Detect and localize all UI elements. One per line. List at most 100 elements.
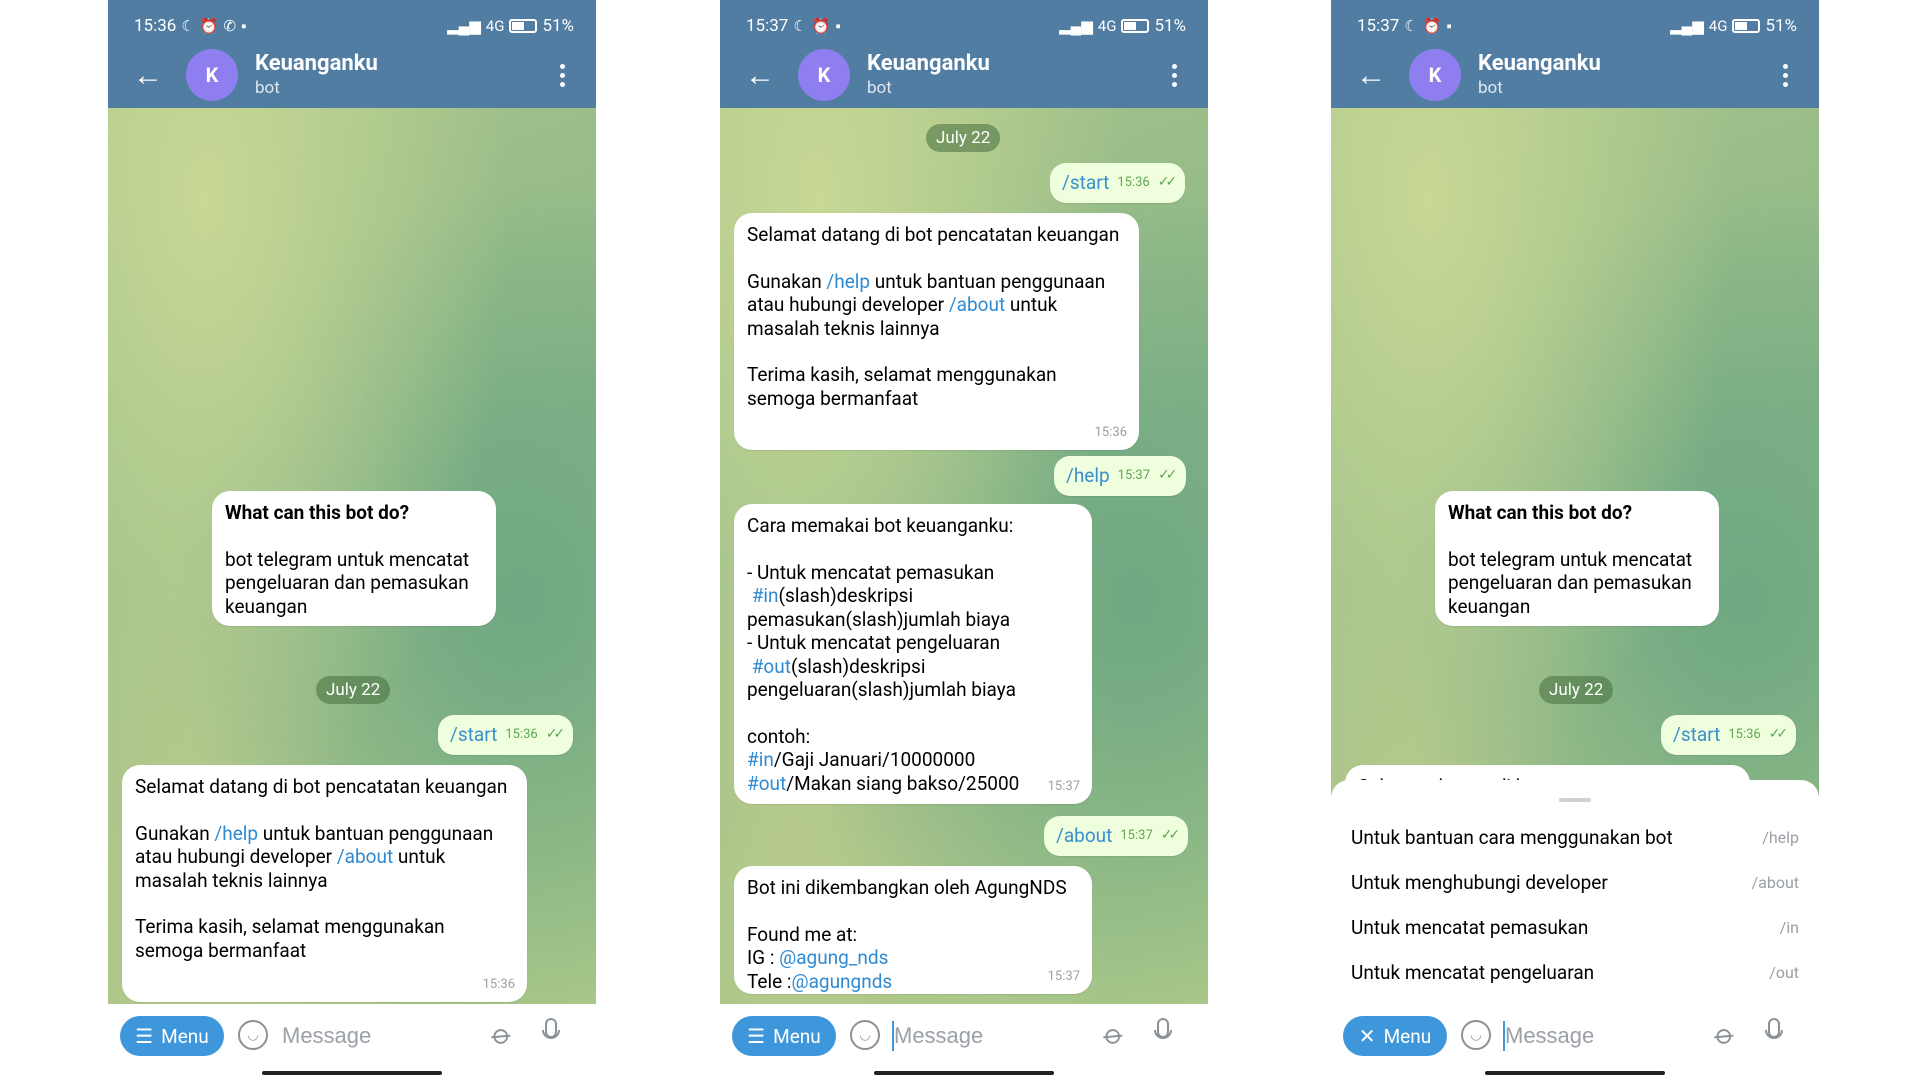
incoming-message[interactable]: Selamat datang di bot pencatatan keuanga… [122, 765, 527, 1002]
hashtag-out[interactable]: #out [752, 655, 791, 678]
menu-button[interactable]: ☰ Menu [732, 1016, 836, 1056]
more-options-icon[interactable] [1154, 63, 1194, 87]
double-check-icon: ✓✓ [1157, 174, 1178, 190]
date-pill: July 22 [1539, 676, 1614, 704]
attach-icon[interactable]: ⌀ [1097, 1016, 1131, 1052]
about-line-2: Found me at: [747, 922, 858, 946]
chat-title-block[interactable]: Keuanganku bot [1478, 51, 1765, 99]
app-header: 15:36 ☾ ⏰ ✆ ▪ ▂▄▆ 4G 51% ← K Keuanganku … [108, 0, 596, 108]
back-arrow-icon[interactable]: ← [128, 58, 168, 93]
chat-title-block[interactable]: Keuanganku bot [867, 51, 1154, 99]
command-text: /start [450, 723, 498, 746]
battery-icon [1121, 19, 1150, 33]
outgoing-message[interactable]: /help 15:37 ✓✓ [1054, 456, 1186, 496]
battery-percent: 51% [1154, 16, 1186, 36]
intro-text: bot telegram untuk mencatat pengeluaran … [1448, 547, 1697, 618]
battery-icon [1732, 19, 1761, 33]
back-arrow-icon[interactable]: ← [740, 58, 780, 93]
outgoing-message[interactable]: /start 15:36 ✓✓ [438, 715, 574, 755]
incoming-message[interactable]: Cara memakai bot keuanganku: - Untuk men… [734, 504, 1092, 804]
about-tele: Tele :@agungnds [747, 969, 893, 993]
chat-subtitle: bot [1478, 78, 1503, 98]
emoji-icon[interactable]: ◡ [238, 1020, 268, 1050]
attach-icon[interactable]: ⌀ [1708, 1016, 1742, 1052]
incoming-message[interactable]: Bot ini dikembangkan oleh AgungNDS Found… [734, 866, 1092, 994]
command-name: /in [1779, 917, 1799, 937]
command-suggestion[interactable]: Untuk menghubungi developer /about [1351, 860, 1799, 904]
chat-area[interactable]: What can this bot do? bot telegram untuk… [108, 108, 596, 1004]
menu-label: Menu [773, 1024, 821, 1048]
moon-icon: ☾ [1404, 16, 1418, 35]
close-icon: ✕ [1358, 1024, 1376, 1048]
back-arrow-icon[interactable]: ← [1351, 58, 1391, 93]
command-name: /out [1769, 962, 1799, 982]
double-check-icon: ✓✓ [1160, 827, 1181, 843]
microphone-icon[interactable] [540, 1018, 562, 1052]
command-suggestion[interactable]: Untuk bantuan cara menggunakan bot /help [1351, 815, 1799, 859]
status-bar: 15:36 ☾ ⏰ ✆ ▪ ▂▄▆ 4G 51% [134, 12, 574, 40]
command-suggestion[interactable]: Untuk mencatat pengeluaran /out [1351, 950, 1799, 994]
alarm-icon: ⏰ [811, 16, 831, 35]
outgoing-message[interactable]: /start 15:36 ✓✓ [1050, 163, 1186, 203]
signal-icon: ▂▄▆ [1670, 16, 1704, 35]
hashtag-in[interactable]: #in [752, 584, 779, 607]
help-link[interactable]: /help [214, 822, 258, 845]
microphone-icon[interactable] [1763, 1018, 1785, 1052]
intro-text: bot telegram untuk mencatat pengeluaran … [225, 547, 474, 618]
command-suggestion[interactable]: Untuk mencatat pemasukan /in [1351, 905, 1799, 949]
app-header: 15:37 ☾ ⏰ ▪ ▂▄▆ 4G 51% ← K Keuanganku bo… [720, 0, 1208, 108]
ig-link[interactable]: @agung_nds [779, 946, 888, 969]
message-input[interactable] [1505, 1018, 1695, 1054]
avatar[interactable]: K [1409, 49, 1461, 101]
hashtag-in[interactable]: #in [747, 748, 774, 771]
outgoing-message[interactable]: /start 15:36 ✓✓ [1661, 715, 1797, 755]
hashtag-out[interactable]: #out [747, 772, 786, 795]
more-options-icon[interactable] [542, 63, 582, 87]
chat-area[interactable]: July 22 /start 15:36 ✓✓ Selamat datang d… [720, 108, 1208, 1004]
message-input[interactable] [894, 1018, 1084, 1054]
signal-icon: ▂▄▆ [1059, 16, 1093, 35]
moon-icon: ☾ [181, 16, 195, 35]
menu-button[interactable]: ☰ Menu [120, 1016, 224, 1056]
command-description: Untuk bantuan cara menggunakan bot [1351, 825, 1673, 849]
moon-icon: ☾ [793, 16, 807, 35]
about-link[interactable]: /about [337, 845, 393, 868]
avatar[interactable]: K [798, 49, 850, 101]
incoming-message[interactable]: Selamat datang di bot pencatatan keuanga… [734, 213, 1139, 450]
chat-title: Keuanganku [1478, 51, 1601, 76]
howto-line-1: Cara memakai bot keuanganku: [747, 514, 1014, 537]
battery-percent: 51% [542, 16, 574, 36]
message-input[interactable] [282, 1018, 472, 1054]
message-icon: ▪ [1446, 16, 1452, 35]
welcome-line-2: Gunakan /help untuk bantuan penggunaan a… [135, 821, 494, 892]
message-time: 15:36 [505, 727, 538, 742]
attach-icon[interactable]: ⌀ [485, 1016, 519, 1052]
chat-title: Keuanganku [255, 51, 378, 76]
tele-link[interactable]: @agungnds [792, 970, 893, 993]
message-icon: ▪ [241, 16, 247, 35]
bot-intro-card: What can this bot do? bot telegram untuk… [212, 491, 496, 626]
avatar[interactable]: K [186, 49, 238, 101]
emoji-icon[interactable]: ◡ [850, 1020, 880, 1050]
home-indicator [874, 1071, 1054, 1075]
outgoing-message[interactable]: /about 15:37 ✓✓ [1044, 816, 1189, 856]
intro-heading: What can this bot do? [1448, 501, 1633, 524]
menu-label: Menu [161, 1024, 209, 1048]
command-name: /help [1762, 827, 1799, 847]
emoji-icon[interactable]: ◡ [1461, 1020, 1491, 1050]
battery-percent: 51% [1765, 16, 1797, 36]
double-check-icon: ✓✓ [1158, 467, 1178, 483]
status-bar: 15:37 ☾ ⏰ ▪ ▂▄▆ 4G 51% [746, 12, 1186, 40]
battery-icon [509, 19, 538, 33]
drag-handle[interactable] [1559, 798, 1591, 802]
chat-title-block[interactable]: Keuanganku bot [255, 51, 542, 99]
help-link[interactable]: /help [826, 270, 870, 293]
menu-button[interactable]: ✕ Menu [1343, 1016, 1447, 1056]
command-name: /about [1751, 872, 1799, 892]
message-time: 15:36 [1117, 175, 1150, 190]
more-options-icon[interactable] [1765, 63, 1805, 87]
status-time: 15:37 [746, 16, 789, 36]
microphone-icon[interactable] [1152, 1018, 1174, 1052]
about-link[interactable]: /about [949, 293, 1005, 316]
command-description: Untuk menghubungi developer [1351, 870, 1608, 894]
